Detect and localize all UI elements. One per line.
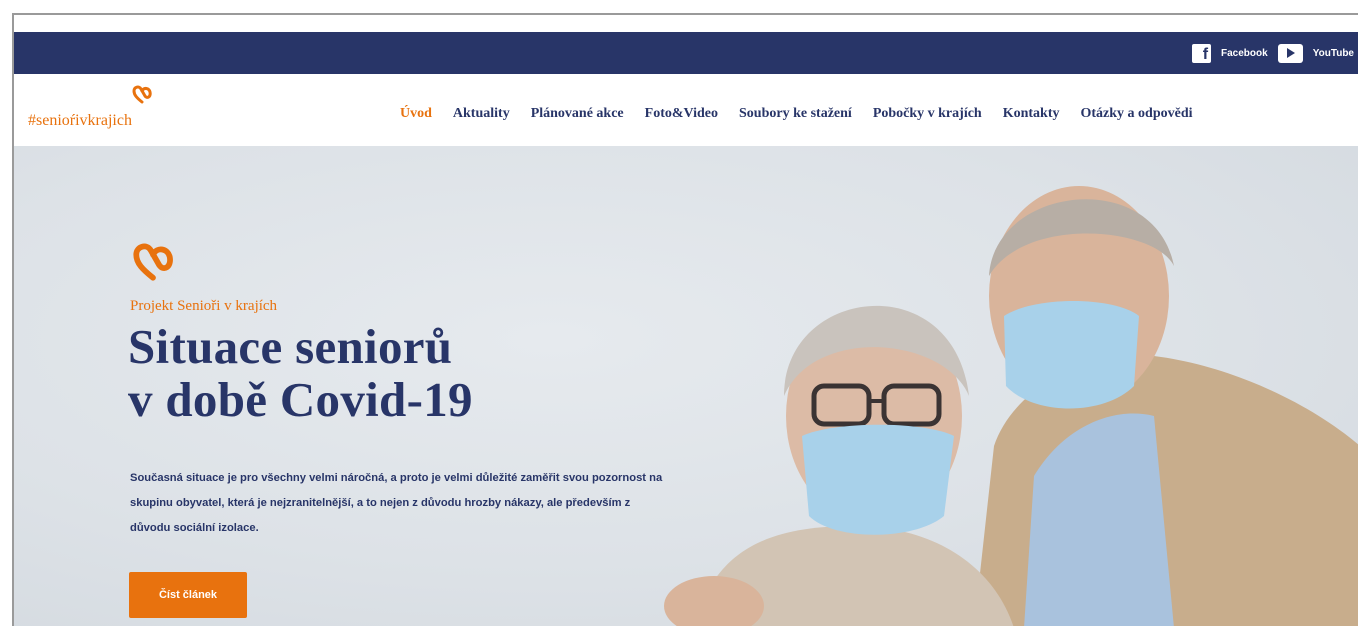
facebook-label: Facebook xyxy=(1221,47,1268,59)
nav-item-planovane-akce[interactable]: Plánované akce xyxy=(531,106,624,122)
facebook-link[interactable]: f Facebook xyxy=(1192,43,1268,63)
main-nav: Úvod Aktuality Plánované akce Foto&Video… xyxy=(400,106,1214,122)
seniors-photo xyxy=(664,186,1358,626)
heart-logo-icon xyxy=(132,85,152,104)
nav-item-pobocky[interactable]: Pobočky v krajích xyxy=(873,106,982,122)
nav-item-kontakty[interactable]: Kontakty xyxy=(1003,106,1060,122)
top-bar: f Facebook YouTube xyxy=(14,32,1358,74)
project-label: Projekt Senioři v krajích xyxy=(130,298,278,314)
read-article-button[interactable]: Číst článek xyxy=(129,572,247,618)
nav-item-aktuality[interactable]: Aktuality xyxy=(453,106,510,122)
social-links: f Facebook YouTube xyxy=(1192,32,1358,74)
nav-item-soubory[interactable]: Soubory ke stažení xyxy=(739,106,852,122)
hero-title: Situace seniorů v době Covid-19 xyxy=(128,320,473,426)
youtube-label: YouTube xyxy=(1312,47,1354,59)
nav-item-foto-video[interactable]: Foto&Video xyxy=(645,106,718,122)
facebook-icon: f xyxy=(1192,43,1212,63)
hero-description: Současná situace je pro všechny velmi ná… xyxy=(130,472,663,535)
nav-item-otazky[interactable]: Otázky a odpovědi xyxy=(1081,106,1193,122)
logo-text: #senioŕivkrajich xyxy=(28,112,132,129)
hero-section: Projekt Senioři v krajích Situace senior… xyxy=(14,146,1358,626)
nav-item-uvod[interactable]: Úvod xyxy=(400,106,432,122)
browser-frame: f Facebook YouTube #senioŕivkrajich Úvod… xyxy=(12,13,1358,626)
heart-icon xyxy=(133,243,173,281)
youtube-icon xyxy=(1277,43,1303,63)
hero-title-line1: Situace seniorů xyxy=(128,319,453,374)
youtube-link[interactable]: YouTube xyxy=(1277,43,1354,63)
site-header: #senioŕivkrajich Úvod Aktuality Plánovan… xyxy=(14,74,1358,146)
hero-title-line2: v době Covid-19 xyxy=(128,372,473,427)
